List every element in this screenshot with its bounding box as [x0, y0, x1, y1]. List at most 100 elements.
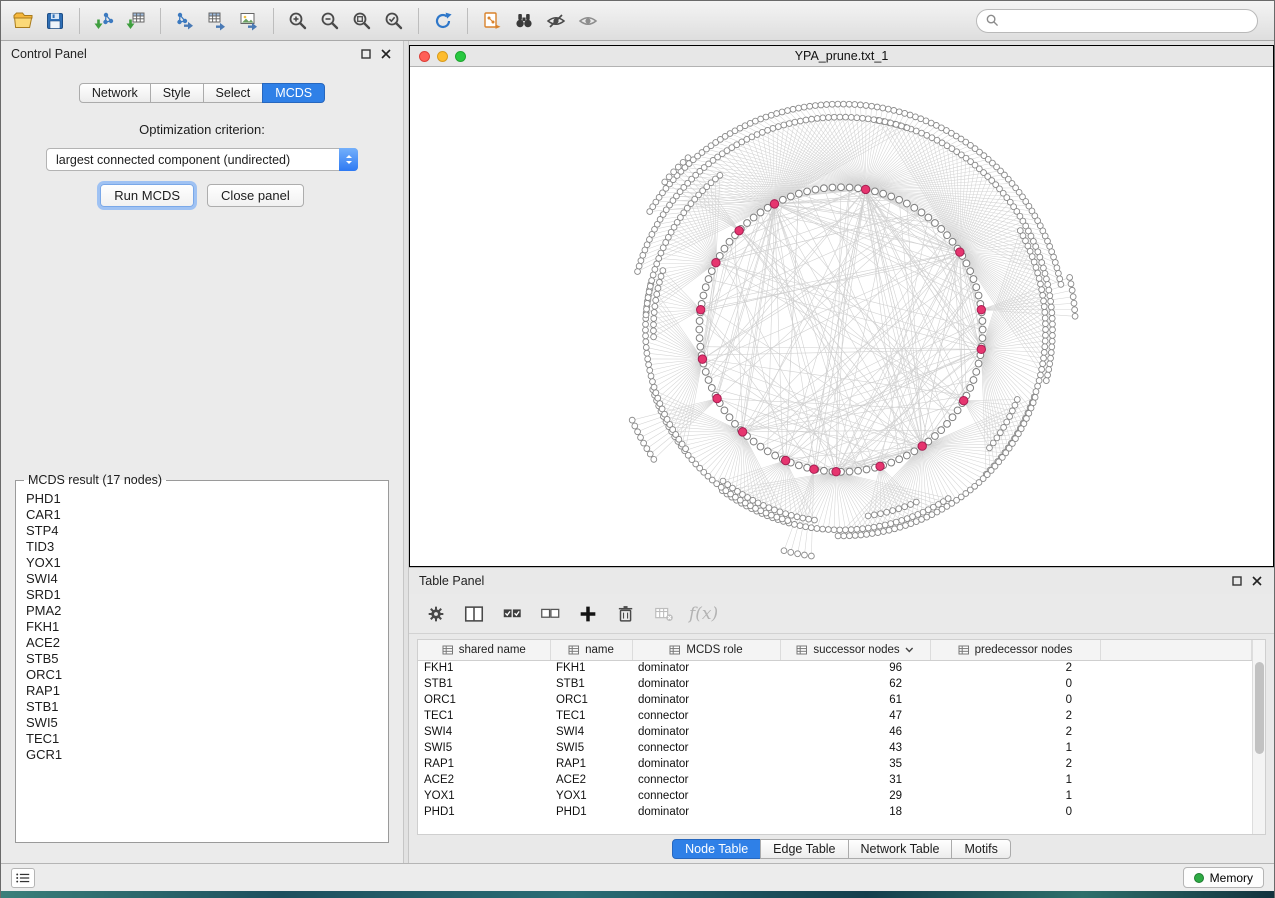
table-row[interactable]: TEC1TEC1connector472: [418, 708, 1252, 724]
column-header-mcds-role[interactable]: MCDS role: [632, 640, 780, 660]
cell-role[interactable]: connector: [632, 772, 780, 788]
cell-successors[interactable]: 96: [780, 660, 930, 676]
cell-shared-name[interactable]: PHD1: [418, 804, 550, 820]
cell-name[interactable]: STB1: [550, 676, 632, 692]
network-canvas[interactable]: [410, 67, 1273, 566]
hide-details-button[interactable]: [540, 6, 572, 36]
cell-role[interactable]: dominator: [632, 676, 780, 692]
select-all-rows-button[interactable]: [499, 601, 525, 627]
cell-shared-name[interactable]: ACE2: [418, 772, 550, 788]
cell-successors[interactable]: 18: [780, 804, 930, 820]
table-scrollbar[interactable]: [1252, 640, 1265, 834]
table-row[interactable]: YOX1YOX1connector291: [418, 788, 1252, 804]
cell-name[interactable]: FKH1: [550, 660, 632, 676]
cell-name[interactable]: SWI5: [550, 740, 632, 756]
clone-network-button[interactable]: [476, 6, 508, 36]
cell-successors[interactable]: 47: [780, 708, 930, 724]
cell-name[interactable]: ACE2: [550, 772, 632, 788]
table-row[interactable]: FKH1FKH1dominator962: [418, 660, 1252, 676]
tab-motifs[interactable]: Motifs: [951, 839, 1010, 859]
cell-name[interactable]: YOX1: [550, 788, 632, 804]
search-box[interactable]: [976, 9, 1258, 33]
import-table-button[interactable]: [120, 6, 152, 36]
cell-role[interactable]: dominator: [632, 692, 780, 708]
function-builder-button[interactable]: f(x): [689, 604, 718, 624]
cell-shared-name[interactable]: ORC1: [418, 692, 550, 708]
tab-network[interactable]: Network: [79, 83, 151, 103]
cell-successors[interactable]: 46: [780, 724, 930, 740]
tab-style[interactable]: Style: [150, 83, 204, 103]
delete-table-button[interactable]: [651, 601, 677, 627]
cell-name[interactable]: SWI4: [550, 724, 632, 740]
cell-successors[interactable]: 29: [780, 788, 930, 804]
cell-shared-name[interactable]: SWI5: [418, 740, 550, 756]
refresh-layout-button[interactable]: [427, 6, 459, 36]
table-settings-button[interactable]: [423, 601, 449, 627]
cell-predecessors[interactable]: 0: [930, 676, 1100, 692]
cell-successors[interactable]: 43: [780, 740, 930, 756]
table-row[interactable]: SWI4SWI4dominator462: [418, 724, 1252, 740]
cell-role[interactable]: connector: [632, 708, 780, 724]
memory-button[interactable]: Memory: [1183, 867, 1264, 888]
run-mcds-button[interactable]: Run MCDS: [100, 184, 194, 207]
table-row[interactable]: ACE2ACE2connector311: [418, 772, 1252, 788]
export-table-button[interactable]: [201, 6, 233, 36]
cell-role[interactable]: dominator: [632, 756, 780, 772]
float-panel-icon[interactable]: [361, 49, 371, 59]
cell-successors[interactable]: 61: [780, 692, 930, 708]
column-header-shared-name[interactable]: shared name: [418, 640, 550, 660]
column-header-predecessor-nodes[interactable]: predecessor nodes: [930, 640, 1100, 660]
cell-predecessors[interactable]: 1: [930, 772, 1100, 788]
table-scrollbar-thumb[interactable]: [1255, 662, 1264, 754]
import-network-button[interactable]: [88, 6, 120, 36]
add-column-button[interactable]: [575, 601, 601, 627]
cell-successors[interactable]: 31: [780, 772, 930, 788]
task-history-button[interactable]: [11, 868, 35, 888]
close-panel-icon[interactable]: [381, 49, 391, 59]
cell-predecessors[interactable]: 0: [930, 804, 1100, 820]
cell-shared-name[interactable]: FKH1: [418, 660, 550, 676]
search-input[interactable]: [1005, 14, 1249, 28]
criterion-dropdown[interactable]: largest connected component (undirected): [46, 148, 358, 171]
table-row[interactable]: SWI5SWI5connector431: [418, 740, 1252, 756]
table-row[interactable]: PHD1PHD1dominator180: [418, 804, 1252, 820]
table-row[interactable]: ORC1ORC1dominator610: [418, 692, 1252, 708]
cell-predecessors[interactable]: 0: [930, 692, 1100, 708]
export-image-button[interactable]: [233, 6, 265, 36]
cell-name[interactable]: ORC1: [550, 692, 632, 708]
tab-network-table[interactable]: Network Table: [848, 839, 953, 859]
close-panel-button[interactable]: Close panel: [207, 184, 304, 207]
open-file-button[interactable]: [7, 6, 39, 36]
cell-role[interactable]: connector: [632, 740, 780, 756]
cell-name[interactable]: PHD1: [550, 804, 632, 820]
cell-predecessors[interactable]: 2: [930, 660, 1100, 676]
cell-role[interactable]: connector: [632, 788, 780, 804]
table-row[interactable]: STB1STB1dominator620: [418, 676, 1252, 692]
zoom-selected-button[interactable]: [378, 6, 410, 36]
cell-name[interactable]: RAP1: [550, 756, 632, 772]
find-button[interactable]: [508, 6, 540, 36]
cell-shared-name[interactable]: STB1: [418, 676, 550, 692]
cell-role[interactable]: dominator: [632, 804, 780, 820]
mcds-result-list[interactable]: PHD1CAR1STP4TID3YOX1SWI4SRD1PMA2FKH1ACE2…: [16, 489, 388, 827]
tab-node-table[interactable]: Node Table: [672, 839, 761, 859]
cell-shared-name[interactable]: YOX1: [418, 788, 550, 804]
deselect-all-rows-button[interactable]: [537, 601, 563, 627]
close-panel-icon[interactable]: [1252, 576, 1262, 586]
cell-shared-name[interactable]: TEC1: [418, 708, 550, 724]
cell-role[interactable]: dominator: [632, 660, 780, 676]
show-columns-button[interactable]: [461, 601, 487, 627]
cell-predecessors[interactable]: 1: [930, 740, 1100, 756]
cell-successors[interactable]: 35: [780, 756, 930, 772]
save-session-button[interactable]: [39, 6, 71, 36]
float-panel-icon[interactable]: [1232, 576, 1242, 586]
cell-shared-name[interactable]: SWI4: [418, 724, 550, 740]
tab-edge-table[interactable]: Edge Table: [760, 839, 848, 859]
cell-role[interactable]: dominator: [632, 724, 780, 740]
cell-shared-name[interactable]: RAP1: [418, 756, 550, 772]
column-header-name[interactable]: name: [550, 640, 632, 660]
table-row[interactable]: RAP1RAP1dominator352: [418, 756, 1252, 772]
cell-predecessors[interactable]: 2: [930, 724, 1100, 740]
show-details-button[interactable]: [572, 6, 604, 36]
cell-predecessors[interactable]: 2: [930, 756, 1100, 772]
